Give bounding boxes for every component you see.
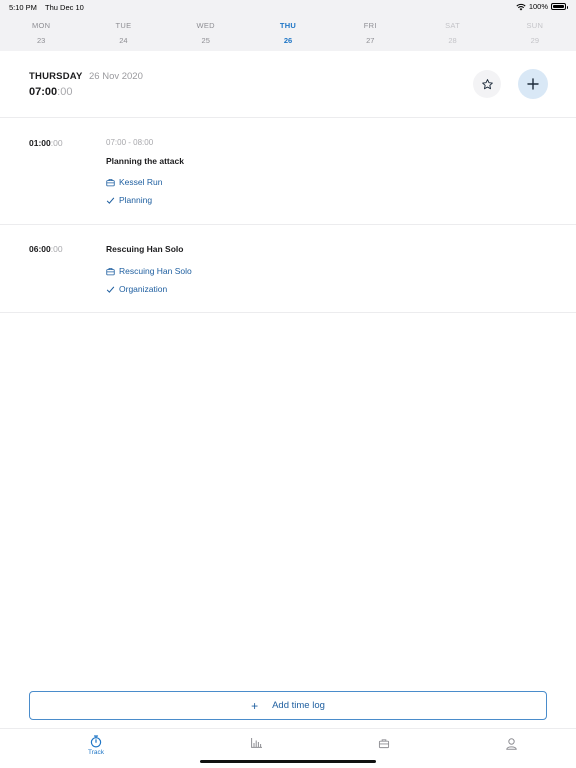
time-entry[interactable]: 01:00:00 07:00 - 08:00 Planning the atta… [0,118,576,225]
check-icon [106,197,115,204]
header-date: 26 Nov 2020 [89,71,143,82]
day-date: 24 [119,36,128,45]
day-name: WED [196,21,215,30]
duration-sec: :00 [50,244,63,254]
entry-task: Organization [106,284,167,294]
entry-duration: 06:00:00 [29,244,63,254]
entry-title: Planning the attack [106,156,184,166]
check-icon [106,286,115,293]
entry-duration: 01:00:00 [29,138,63,148]
tab-reports[interactable] [236,738,276,748]
status-date: Thu Dec 10 [45,3,84,12]
day-name: MON [31,21,51,30]
total-sec: :00 [57,86,73,98]
task-name: Planning [119,195,153,205]
briefcase-icon [106,267,115,275]
add-entry-button[interactable] [518,69,548,99]
duration-hm: 01:00 [29,138,51,148]
add-log-plus-icon: + [251,698,259,713]
add-time-log-button[interactable]: + Add time log [29,691,547,720]
header-weekday: THURSDAY [29,71,83,82]
day-thu[interactable]: THU 26 [247,14,329,51]
status-bar: 5:10 PM Thu Dec 10 100% [0,0,576,14]
project-name: Kessel Run [119,177,163,187]
entry-project: Kessel Run [106,177,162,187]
plus-icon [527,78,539,90]
day-fri[interactable]: FRI 27 [329,14,411,51]
entry-time-range: 07:00 - 08:00 [106,138,154,147]
day-name: SUN [526,21,544,30]
day-date: 26 [283,36,293,45]
day-date: 29 [530,36,539,45]
battery-percent: 100% [528,2,548,11]
entry-title: Rescuing Han Solo [106,244,184,254]
status-time-date: 5:10 PM Thu Dec 10 [9,3,84,12]
battery-icon [551,3,568,10]
entry-project: Rescuing Han Solo [106,266,192,276]
day-header: THURSDAY 26 Nov 2020 07:00:00 [0,51,576,118]
tab-track[interactable]: Track [76,735,116,756]
project-name: Rescuing Han Solo [119,266,192,276]
time-entry[interactable]: 06:00:00 Rescuing Han Solo Rescuing Han … [0,225,576,313]
briefcase-icon [106,178,115,186]
wifi-icon [516,3,526,10]
tab-track-label: Track [87,749,104,756]
star-icon [481,78,493,89]
user-icon [505,738,517,750]
day-date: 27 [366,36,375,45]
status-time: 5:10 PM [9,3,37,12]
tab-projects[interactable] [364,738,404,749]
briefcase-icon [378,739,390,749]
header-total-time: 07:00:00 [29,86,72,98]
task-name: Organization [119,284,168,294]
status-indicators: 100% [516,2,568,11]
day-wed[interactable]: WED 25 [165,14,247,51]
home-indicator [200,760,376,763]
day-name: SAT [445,21,461,30]
entry-task: Planning [106,195,152,205]
add-log-label: Add time log [272,700,325,711]
stopwatch-icon [90,735,102,748]
day-sun[interactable]: SUN 29 [494,14,576,51]
duration-hm: 06:00 [29,244,51,254]
day-mon[interactable]: MON 23 [0,14,82,51]
tab-profile[interactable] [491,738,531,750]
day-name: FRI [363,21,377,30]
favorite-button[interactable] [473,70,501,98]
day-name: THU [279,21,297,30]
day-sat[interactable]: SAT 28 [411,14,493,51]
day-date: 28 [448,36,457,45]
bar-chart-icon [250,738,262,748]
day-name: TUE [115,21,132,30]
day-date: 25 [201,36,210,45]
duration-sec: :00 [50,138,63,148]
week-strip: MON 23 TUE 24 WED 25 THU 26 FRI 27 SAT 2… [0,14,576,51]
day-tue[interactable]: TUE 24 [82,14,164,51]
total-hm: 07:00 [29,86,58,98]
day-date: 23 [36,36,46,45]
